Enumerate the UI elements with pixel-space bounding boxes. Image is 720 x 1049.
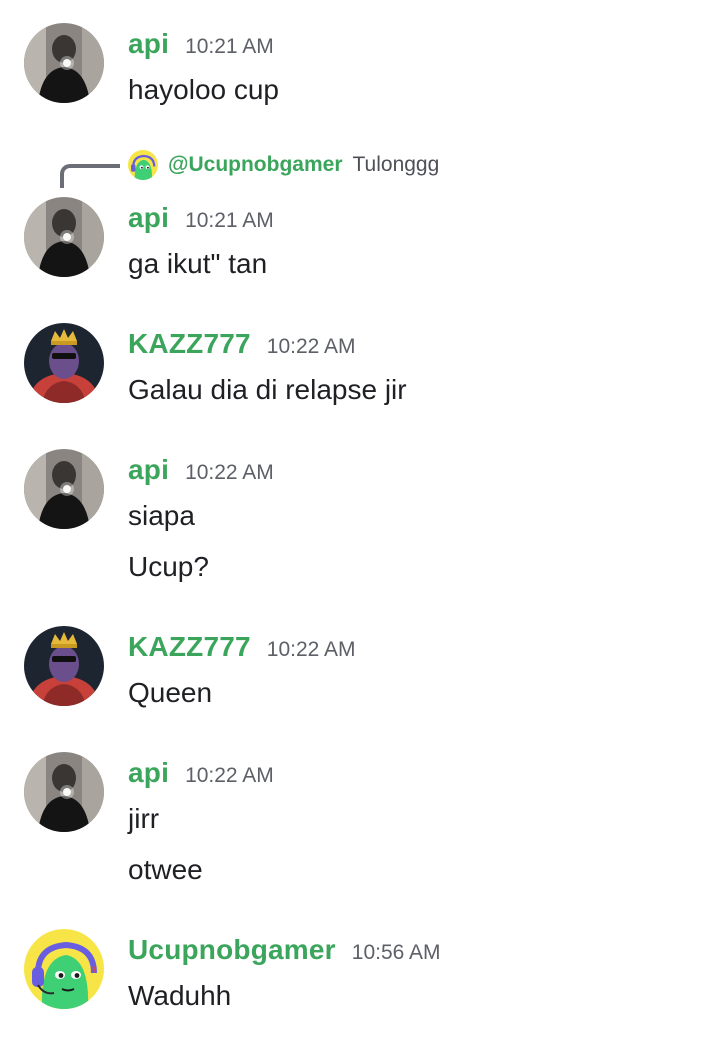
crowned-character-icon[interactable] bbox=[24, 323, 104, 403]
message-header: api 10:22 AM bbox=[128, 757, 274, 797]
message-header: api 10:21 AM bbox=[128, 202, 274, 242]
message-text: Queen bbox=[128, 677, 213, 708]
author-name[interactable]: Ucupnobgamer bbox=[128, 934, 336, 966]
message-text: ga ikut" tan bbox=[128, 248, 268, 279]
reply-author[interactable]: @Ucupnobgamer bbox=[168, 153, 343, 177]
author-name[interactable]: api bbox=[128, 757, 169, 789]
message-timestamp: 10:21 AM bbox=[185, 209, 274, 232]
message-timestamp: 10:56 AM bbox=[351, 941, 441, 964]
message-header: KAZZ777 10:22 AM bbox=[128, 631, 356, 671]
message-text: Ucup? bbox=[128, 551, 209, 582]
message-text: otwee bbox=[128, 854, 203, 885]
author-name[interactable]: KAZZ777 bbox=[128, 631, 251, 663]
message-timestamp: 10:21 AM bbox=[185, 35, 274, 58]
author-name[interactable]: api bbox=[128, 28, 169, 60]
message-timestamp: 10:22 AM bbox=[185, 764, 274, 787]
green-gamer-character-icon[interactable]: R bbox=[24, 929, 104, 1009]
user-photo-icon[interactable] bbox=[24, 197, 104, 277]
reply-reference[interactable]: @Ucupnobgamer Tulonggg bbox=[128, 148, 439, 182]
green-gamer-character-icon bbox=[128, 150, 158, 180]
user-photo-icon[interactable] bbox=[24, 23, 104, 103]
user-photo-icon[interactable] bbox=[24, 449, 104, 529]
message-text: Galau dia di relapse jir bbox=[128, 374, 407, 405]
author-name[interactable]: KAZZ777 bbox=[128, 328, 251, 360]
message-text: hayoloo cup bbox=[128, 74, 280, 105]
message-header: Ucupnobgamer 10:56 AM bbox=[128, 934, 441, 974]
svg-text:R: R bbox=[90, 966, 96, 976]
message-timestamp: 10:22 AM bbox=[266, 638, 356, 661]
message-header: KAZZ777 10:22 AM bbox=[128, 328, 356, 368]
reply-connector bbox=[60, 164, 120, 188]
author-name[interactable]: api bbox=[128, 454, 169, 486]
message-text: jirr bbox=[128, 803, 160, 834]
message-feed: api 10:21 AM hayoloo cup @Ucupnobgamer T… bbox=[0, 0, 720, 1049]
message-text: Waduhh bbox=[128, 980, 232, 1011]
crowned-character-icon[interactable] bbox=[24, 626, 104, 706]
message-header: api 10:22 AM bbox=[128, 454, 274, 494]
message-timestamp: 10:22 AM bbox=[185, 461, 274, 484]
user-photo-icon[interactable] bbox=[24, 752, 104, 832]
reply-snippet: Tulonggg bbox=[352, 153, 440, 176]
author-name[interactable]: api bbox=[128, 202, 169, 234]
message-timestamp: 10:22 AM bbox=[266, 335, 356, 358]
message-text: siapa bbox=[128, 500, 195, 531]
message-header: api 10:21 AM bbox=[128, 28, 274, 68]
